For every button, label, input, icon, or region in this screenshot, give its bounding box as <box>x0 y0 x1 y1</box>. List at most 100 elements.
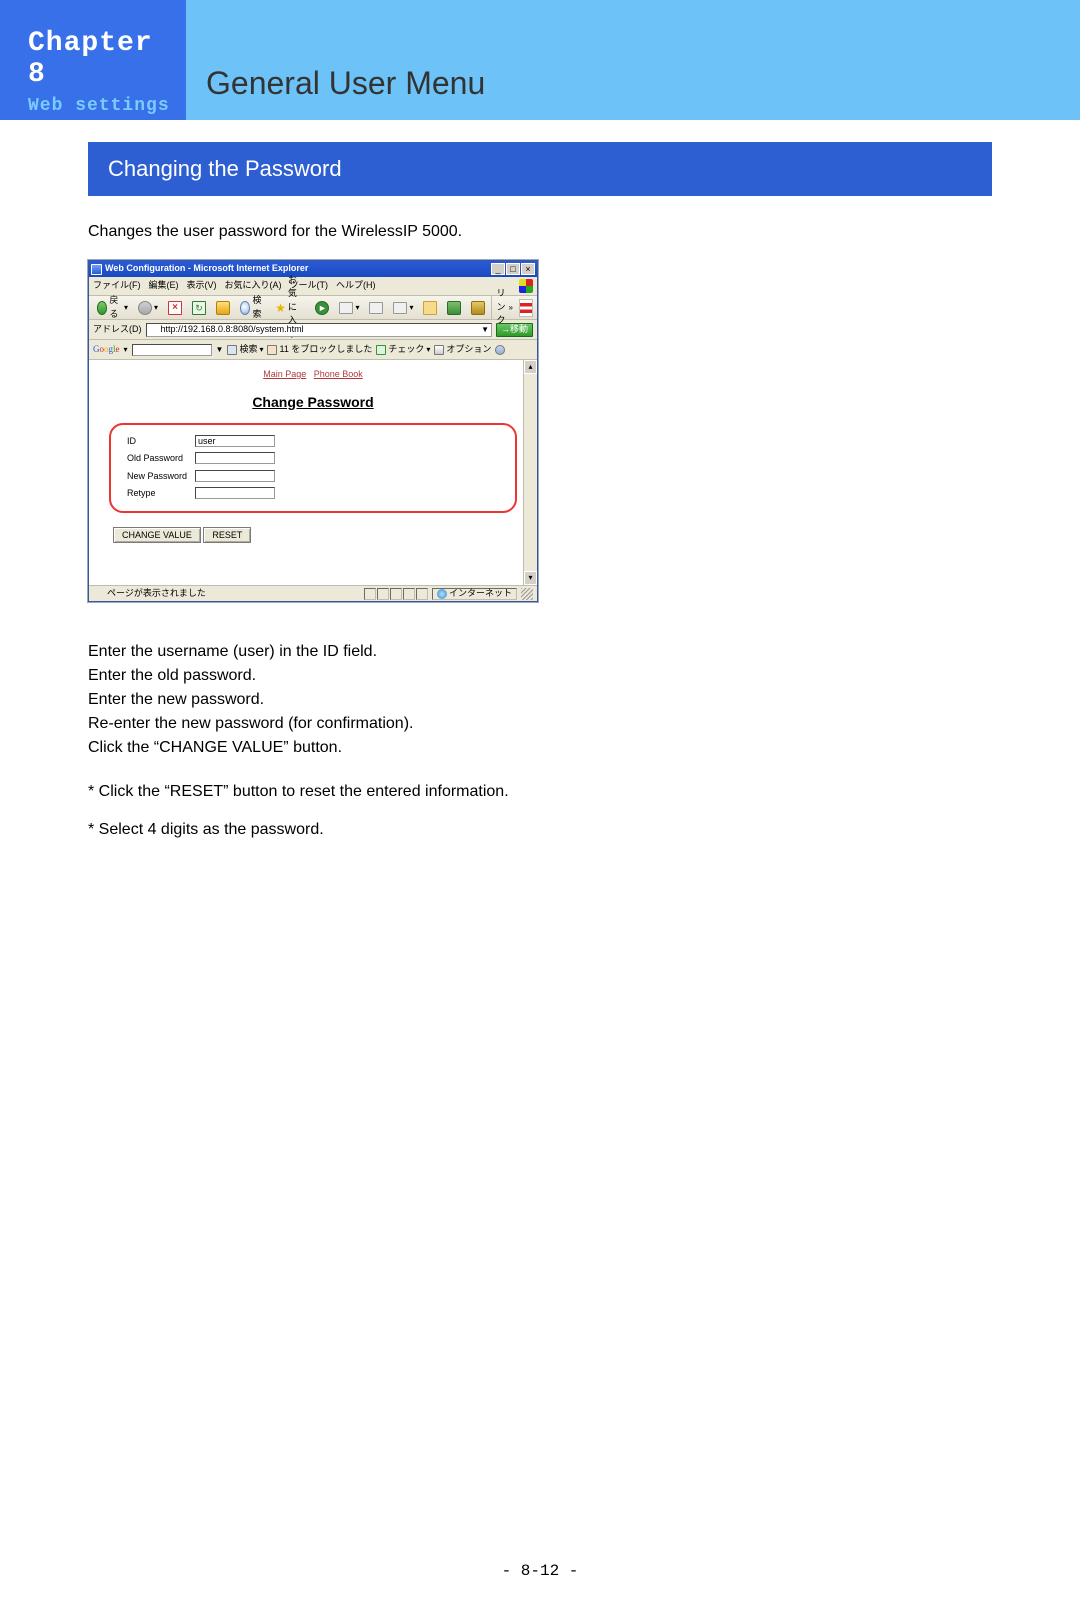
google-check-button[interactable]: チェック ▾ <box>376 343 430 357</box>
go-button[interactable]: → 移動 <box>496 323 533 337</box>
new-password-label: New Password <box>123 468 191 486</box>
menu-edit[interactable]: 編集(E) <box>149 279 179 293</box>
address-bar: アドレス(D) http://192.168.0.8:8080/system.h… <box>89 320 537 340</box>
instruction-line: Enter the username (user) in the ID fiel… <box>88 640 992 664</box>
google-search-input[interactable] <box>132 344 212 356</box>
antivirus-icon[interactable] <box>519 299 533 317</box>
password-form: ID Old Password New Password Retype <box>123 433 279 503</box>
chapter-subtitle: Web settings <box>28 96 186 116</box>
links-dropdown[interactable]: リンク » <box>491 296 517 319</box>
main-title-box: General User Menu <box>186 0 1080 120</box>
status-pane <box>377 588 389 600</box>
page-header: Chapter 8 Web settings General User Menu <box>0 0 1080 120</box>
zone-label: インターネット <box>449 587 512 601</box>
media-button[interactable]: ► <box>311 299 333 317</box>
page-number: - 8-12 - <box>0 1562 1080 1580</box>
stop-button[interactable]: × <box>164 299 186 317</box>
back-label: 戻る <box>109 294 122 321</box>
google-toolbar: Google▾ ▼ 検索 ▾ 11 をブロックしました チェック ▾ オプション <box>89 340 537 360</box>
resize-grip-icon[interactable] <box>521 588 533 600</box>
browser-window: Web Configuration - Microsoft Internet E… <box>88 260 538 602</box>
page-icon <box>149 325 159 335</box>
vertical-scrollbar[interactable]: ▴ ▾ <box>523 360 537 585</box>
phone-book-link[interactable]: Phone Book <box>314 369 363 379</box>
google-search-label: 検索 <box>239 343 257 357</box>
chevron-down-icon[interactable]: ▼ <box>216 344 224 356</box>
forward-icon <box>138 301 152 315</box>
id-input[interactable] <box>195 435 275 447</box>
research-button[interactable] <box>467 299 489 317</box>
forward-button[interactable]: ▾ <box>134 299 162 317</box>
windows-logo-icon <box>519 279 533 293</box>
maximize-button[interactable]: □ <box>506 263 520 275</box>
instruction-note: * Select 4 digits as the password. <box>88 818 992 842</box>
close-button[interactable]: × <box>521 263 535 275</box>
edit-button[interactable] <box>419 299 441 317</box>
flag-icon <box>520 303 532 313</box>
retype-label: Retype <box>123 485 191 503</box>
reset-button[interactable]: RESET <box>203 527 251 543</box>
search-button[interactable]: 検索 <box>236 299 269 317</box>
instruction-line: Click the “CHANGE VALUE” button. <box>88 736 992 760</box>
chapter-box: Chapter 8 Web settings <box>0 0 186 120</box>
favorites-button[interactable]: ★お気に入り <box>271 299 309 317</box>
address-label: アドレス(D) <box>93 323 142 337</box>
status-bar: ページが表示されました インターネット <box>89 585 537 601</box>
google-check-label: チェック <box>388 343 424 357</box>
home-button[interactable] <box>212 299 234 317</box>
instruction-line: Enter the old password. <box>88 664 992 688</box>
retype-input[interactable] <box>195 487 275 499</box>
google-options-button[interactable]: オプション <box>434 343 491 357</box>
menu-help[interactable]: ヘルプ(H) <box>336 279 376 293</box>
address-input[interactable]: http://192.168.0.8:8080/system.html ▼ <box>146 323 492 337</box>
password-form-highlight: ID Old Password New Password Retype <box>109 423 517 513</box>
status-pane <box>403 588 415 600</box>
new-password-input[interactable] <box>195 470 275 482</box>
change-value-button[interactable]: CHANGE VALUE <box>113 527 201 543</box>
old-password-input[interactable] <box>195 452 275 464</box>
check-icon <box>376 345 386 355</box>
history-icon <box>339 302 353 314</box>
history-button[interactable]: ▾ <box>335 299 363 317</box>
search-icon <box>240 301 250 315</box>
search-icon <box>227 345 237 355</box>
status-pane <box>364 588 376 600</box>
google-logo: Google <box>93 343 120 357</box>
google-blocked-label: 11 をブロックしました <box>279 343 372 357</box>
go-label: 移動 <box>510 323 528 337</box>
status-pane <box>390 588 402 600</box>
print-icon <box>393 302 407 314</box>
menu-view[interactable]: 表示(V) <box>187 279 217 293</box>
google-popup-blocked[interactable]: 11 をブロックしました <box>267 343 372 357</box>
page-title: General User Menu <box>206 65 485 102</box>
instruction-line: Enter the new password. <box>88 688 992 712</box>
google-search-button[interactable]: 検索 ▾ <box>227 343 263 357</box>
back-button[interactable]: 戻る▾ <box>93 299 132 317</box>
research-icon <box>471 301 485 315</box>
security-zone: インターネット <box>432 588 517 600</box>
menu-file[interactable]: ファイル(F) <box>93 279 141 293</box>
chevron-down-icon[interactable]: ▼ <box>481 324 489 336</box>
menu-favorites[interactable]: お気に入り(A) <box>225 279 282 293</box>
mail-button[interactable] <box>365 299 387 317</box>
main-page-link[interactable]: Main Page <box>263 369 306 379</box>
gear-icon <box>495 345 505 355</box>
intro-text: Changes the user password for the Wirele… <box>88 220 992 244</box>
status-pane <box>416 588 428 600</box>
popup-block-icon <box>267 345 277 355</box>
search-label: 検索 <box>252 294 265 321</box>
google-settings-button[interactable] <box>495 345 505 355</box>
page-icon <box>93 589 103 599</box>
instruction-note: * Click the “RESET” button to reset the … <box>88 780 992 804</box>
section-heading: Changing the Password <box>88 142 992 196</box>
refresh-icon: ↻ <box>192 301 206 315</box>
scroll-up-button[interactable]: ▴ <box>524 360 537 374</box>
print-button[interactable]: ▾ <box>389 299 417 317</box>
options-icon <box>434 345 444 355</box>
scroll-down-button[interactable]: ▾ <box>524 571 537 585</box>
mail-icon <box>369 302 383 314</box>
instructions-block: Enter the username (user) in the ID fiel… <box>88 640 992 842</box>
refresh-button[interactable]: ↻ <box>188 299 210 317</box>
discuss-button[interactable] <box>443 299 465 317</box>
minimize-button[interactable]: _ <box>491 263 505 275</box>
